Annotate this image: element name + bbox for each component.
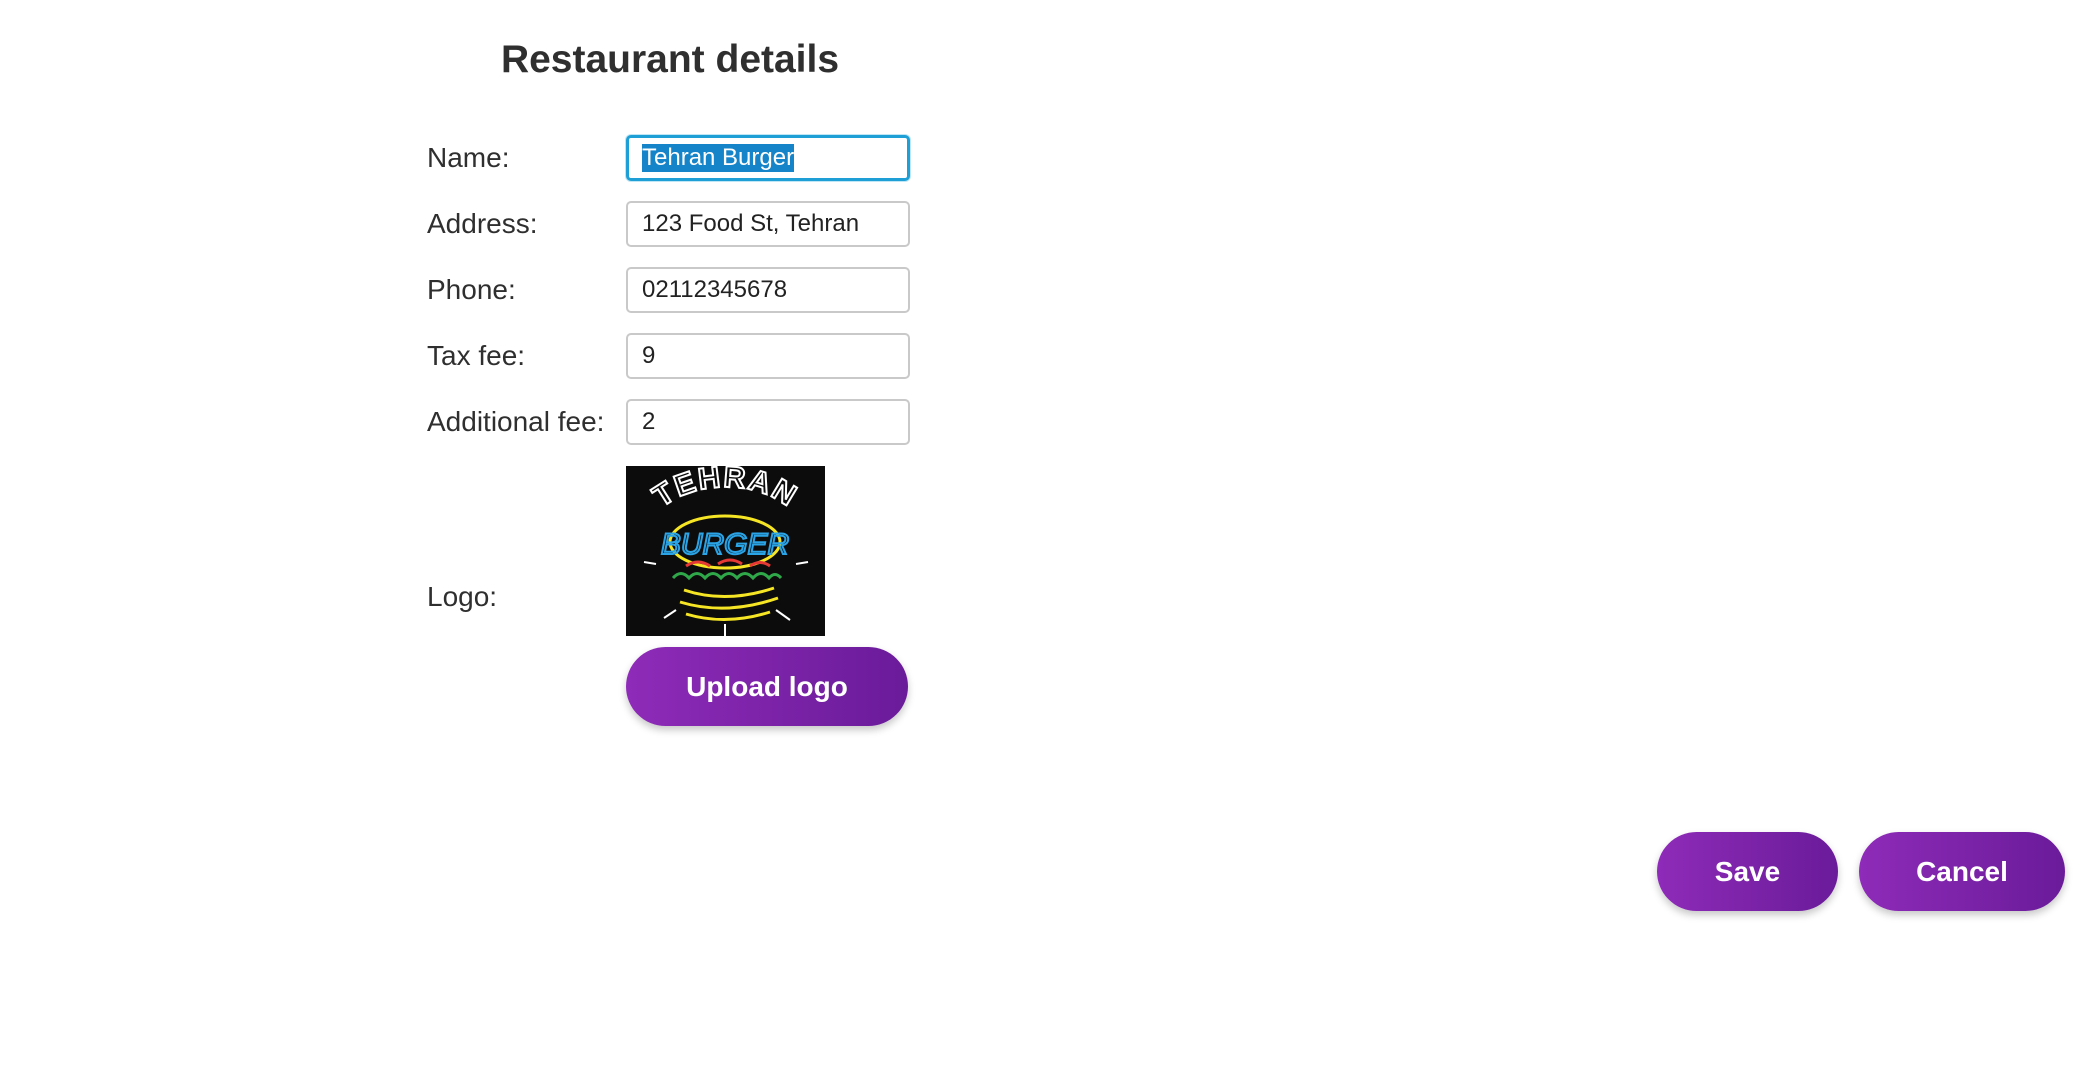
- tax-fee-row: Tax fee:: [427, 333, 927, 379]
- lettuce-shape: [671, 572, 783, 581]
- bun-bottom-1: [683, 586, 775, 598]
- save-button[interactable]: Save: [1657, 832, 1838, 911]
- name-input[interactable]: [626, 135, 910, 181]
- additional-fee-row: Additional fee:: [427, 399, 927, 445]
- cancel-button[interactable]: Cancel: [1859, 832, 2065, 911]
- logo-ray: [775, 609, 791, 621]
- name-row: Name:: [427, 135, 927, 181]
- bun-bottom-3: [685, 610, 771, 621]
- phone-row: Phone:: [427, 267, 927, 313]
- name-label: Name:: [427, 142, 510, 173]
- logo-label: Logo:: [427, 581, 498, 612]
- logo-image: TEHRAN BURGER: [626, 466, 825, 636]
- upload-logo-button[interactable]: Upload logo: [626, 647, 908, 726]
- address-row: Address:: [427, 201, 927, 247]
- phone-label: Phone:: [427, 274, 516, 305]
- neon-burger-logo: TEHRAN BURGER: [643, 466, 809, 636]
- additional-fee-label: Additional fee:: [427, 406, 605, 437]
- logo-ray: [795, 561, 809, 565]
- logo-ray: [643, 561, 657, 565]
- address-input[interactable]: [626, 201, 910, 247]
- phone-input[interactable]: [626, 267, 910, 313]
- logo-arc-text: TEHRAN: [647, 466, 803, 514]
- bun-bottom-2: [679, 596, 779, 610]
- logo-ray: [663, 609, 677, 619]
- tax-fee-label: Tax fee:: [427, 340, 526, 371]
- tax-fee-input[interactable]: [626, 333, 910, 379]
- page-title: Restaurant details: [500, 38, 840, 81]
- additional-fee-input[interactable]: [626, 399, 910, 445]
- logo-center-text: BURGER: [661, 528, 789, 561]
- address-label: Address:: [427, 208, 538, 239]
